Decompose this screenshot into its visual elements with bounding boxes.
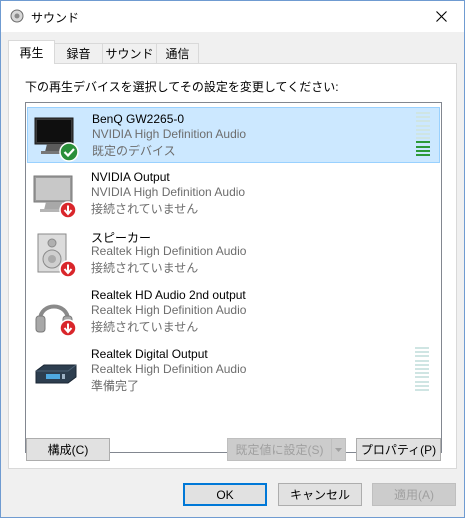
device-list[interactable]: BenQ GW2265-0 NVIDIA High Definition Aud… (25, 102, 442, 453)
speaker-app-icon (10, 9, 24, 23)
properties-button[interactable]: プロパティ(P) (356, 438, 441, 461)
monitor-icon (33, 175, 77, 219)
tab-recording[interactable]: 録音 (54, 43, 103, 63)
device-status: 既定のデバイス (92, 144, 176, 158)
volume-meter (415, 347, 429, 391)
chevron-down-icon (335, 447, 342, 452)
device-item-speaker[interactable]: スピーカー Realtek High Definition Audio 接続され… (27, 225, 440, 281)
device-name: BenQ GW2265-0 (92, 112, 185, 126)
close-button[interactable] (418, 1, 464, 32)
digital-output-icon (35, 364, 77, 384)
device-status: 接続されていません (91, 202, 199, 216)
speaker-icon (37, 233, 77, 278)
headphones-icon (35, 304, 77, 337)
monitor-icon (34, 117, 79, 162)
device-name: NVIDIA Output (91, 170, 170, 184)
device-driver: NVIDIA High Definition Audio (92, 127, 247, 141)
device-status: 接続されていません (91, 261, 199, 275)
device-item-realtek-digital-output[interactable]: Realtek Digital Output Realtek High Defi… (27, 343, 440, 399)
configure-button[interactable]: 構成(C) (26, 438, 110, 461)
device-driver: NVIDIA High Definition Audio (91, 185, 246, 199)
default-check-badge (59, 142, 79, 162)
ok-button[interactable]: OK (183, 483, 267, 506)
device-name: Realtek HD Audio 2nd output (91, 288, 246, 302)
device-driver: Realtek High Definition Audio (91, 303, 247, 317)
device-driver: Realtek High Definition Audio (91, 244, 247, 258)
tab-sounds[interactable]: サウンド (102, 43, 157, 63)
set-default-dropdown[interactable] (331, 438, 346, 461)
volume-meter (416, 112, 430, 156)
sound-dialog: サウンド 再生 録音 サウンド 通信 下の再生デバイスを選択してその設定を変更し… (0, 0, 465, 518)
device-item-nvidia-output[interactable]: NVIDIA Output NVIDIA High Definition Aud… (27, 166, 440, 222)
close-icon (435, 11, 447, 22)
device-item-benq[interactable]: BenQ GW2265-0 NVIDIA High Definition Aud… (27, 107, 440, 163)
cancel-button[interactable]: キャンセル (278, 483, 362, 506)
tab-playback[interactable]: 再生 (8, 40, 55, 64)
tab-communications[interactable]: 通信 (156, 43, 199, 63)
title-bar: サウンド (1, 1, 464, 32)
instruction-text: 下の再生デバイスを選択してその設定を変更してください: (25, 80, 339, 94)
set-default-button[interactable]: 既定値に設定(S) (227, 438, 332, 461)
device-status: 準備完了 (91, 379, 140, 393)
apply-button[interactable]: 適用(A) (372, 483, 456, 506)
playback-panel: 下の再生デバイスを選択してその設定を変更してください: BenQ GW2265-… (8, 63, 457, 469)
device-item-realtek-2nd-output[interactable]: Realtek HD Audio 2nd output Realtek High… (27, 284, 440, 340)
window-title: サウンド (31, 11, 80, 25)
device-name: Realtek Digital Output (91, 347, 208, 361)
device-status: 接続されていません (91, 320, 199, 334)
device-driver: Realtek High Definition Audio (91, 362, 247, 376)
